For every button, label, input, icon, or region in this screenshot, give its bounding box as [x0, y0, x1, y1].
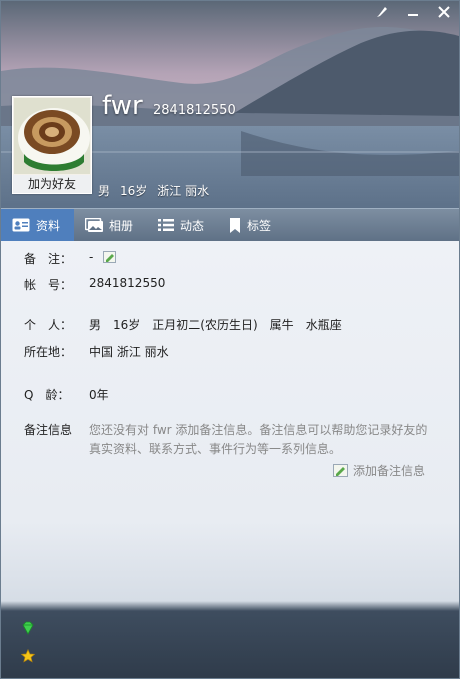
personal-label: 个 人：: [24, 318, 73, 332]
remark-row: 备 注： -: [24, 250, 117, 267]
tab-feed-label: 动态: [180, 218, 205, 233]
location-value: 中国 浙江 丽水: [89, 345, 169, 359]
avatar-image: [14, 98, 90, 174]
profile-brief: 男 16岁 浙江 丽水: [98, 182, 209, 199]
nickname: fwr: [102, 91, 143, 121]
minimize-icon: [407, 14, 418, 16]
tab-tags[interactable]: 标签: [218, 209, 285, 241]
add-friend-button[interactable]: 加为好友: [13, 175, 91, 193]
tab-album[interactable]: 相册: [74, 209, 147, 241]
age-text: 16岁: [120, 184, 148, 198]
note-label: 备注信息: [24, 423, 73, 437]
add-note-link[interactable]: 添加备注信息: [333, 462, 425, 479]
footer-bar: [1, 609, 459, 678]
profile-card-icon: [12, 218, 30, 232]
diamond-icon[interactable]: [21, 621, 35, 635]
qq-number: 2841812550: [153, 103, 236, 118]
note-row: 备注信息: [24, 421, 89, 438]
account-row: 帐 号： 2841812550: [24, 276, 165, 293]
location-text: 浙江 丽水: [157, 184, 210, 198]
brush-icon: [376, 7, 387, 17]
remark-value: -: [89, 250, 94, 264]
personal-zodiac: 属牛: [269, 318, 294, 332]
gender-text: 男: [98, 184, 111, 198]
star-icon[interactable]: [21, 649, 35, 663]
tab-feed[interactable]: 动态: [147, 209, 218, 241]
personal-birthday: 正月初二(农历生日): [152, 318, 258, 332]
coffee-cup-image: [14, 98, 90, 174]
personal-values: 男 16岁 正月初二(农历生日) 属牛 水瓶座: [89, 316, 342, 333]
qage-row: Q 龄： 0年: [24, 386, 109, 403]
add-note-label: 添加备注信息: [353, 464, 426, 478]
skin-button[interactable]: [366, 1, 397, 23]
minimize-button[interactable]: [397, 1, 428, 23]
photo-album-icon: [85, 218, 104, 232]
tab-profile-label: 资料: [36, 218, 61, 233]
personal-row: 个 人： 男 16岁 正月初二(农历生日) 属牛 水瓶座: [24, 316, 342, 333]
avatar[interactable]: 加为好友: [12, 96, 92, 194]
qage-label: Q 龄：: [24, 388, 70, 402]
profile-window: 加为好友 fwr 2841812550 男 16岁 浙江 丽水 资料 相册 动态…: [0, 0, 460, 679]
bookmark-icon: [230, 217, 241, 233]
personal-gender: 男: [89, 318, 102, 332]
tab-profile[interactable]: 资料: [1, 209, 75, 241]
note-text: 您还没有对 fwr 添加备注信息。备注信息可以帮助您记录好友的真实资料、联系方式…: [89, 423, 428, 456]
location-label: 所在地：: [24, 345, 73, 359]
account-value: 2841812550: [89, 276, 166, 290]
window-controls: [366, 1, 459, 23]
feed-list-icon: [158, 219, 175, 231]
personal-constellation: 水瓶座: [305, 318, 342, 332]
profile-tabs: 资料 相册 动态 标签: [1, 208, 459, 241]
close-icon: [437, 6, 450, 18]
location-row: 所在地： 中国 浙江 丽水: [24, 343, 169, 360]
tab-tags-label: 标签: [247, 218, 272, 233]
qage-value: 0年: [89, 388, 109, 402]
personal-age: 16岁: [113, 318, 141, 332]
edit-note-icon: [333, 463, 348, 477]
remark-label: 备 注：: [24, 252, 73, 266]
close-button[interactable]: [428, 1, 459, 23]
account-label: 帐 号：: [24, 278, 73, 292]
tab-album-label: 相册: [109, 218, 134, 233]
edit-note-icon[interactable]: [103, 251, 117, 264]
